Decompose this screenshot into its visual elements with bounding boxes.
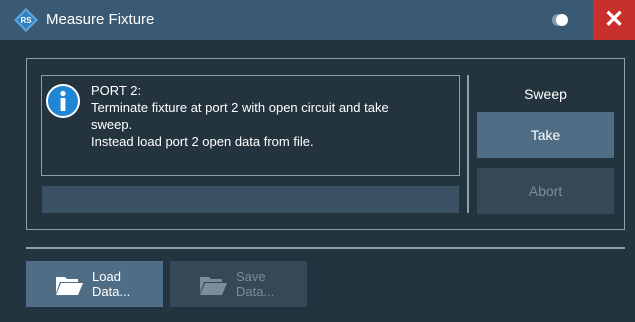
svg-text:RS: RS [20, 16, 32, 25]
save-label: Data... [236, 284, 275, 299]
pin-toggle-icon[interactable] [552, 14, 568, 26]
message-line: Instead load port 2 open data from file. [91, 134, 314, 149]
divider [26, 247, 625, 249]
message-line: sweep. [91, 117, 133, 132]
save-label: Save [236, 269, 266, 284]
abort-button[interactable]: Abort [477, 168, 614, 214]
window-title: Measure Fixture [46, 11, 155, 28]
load-data-button[interactable]: Load Data... [26, 261, 163, 307]
message-line: PORT 2: [91, 83, 142, 98]
take-button[interactable]: Take [477, 112, 614, 158]
load-label: Load [92, 269, 121, 284]
message-line: Terminate fixture at port 2 with open ci… [91, 100, 389, 115]
folder-open-icon [200, 277, 227, 295]
save-data-button[interactable]: Save Data... [170, 261, 307, 307]
info-icon [46, 84, 80, 118]
app-logo-icon: RS [14, 8, 38, 32]
close-button[interactable]: ✕ [593, 0, 635, 40]
divider [467, 75, 469, 213]
sweep-label: Sweep [524, 86, 567, 102]
title-bar[interactable]: RS Measure Fixture ✕ [0, 0, 635, 40]
progress-bar [42, 186, 459, 213]
load-label: Data... [92, 284, 131, 299]
measure-fixture-dialog: RS Measure Fixture ✕ PORT 2: Terminate f… [0, 0, 635, 322]
folder-open-icon [56, 277, 83, 295]
